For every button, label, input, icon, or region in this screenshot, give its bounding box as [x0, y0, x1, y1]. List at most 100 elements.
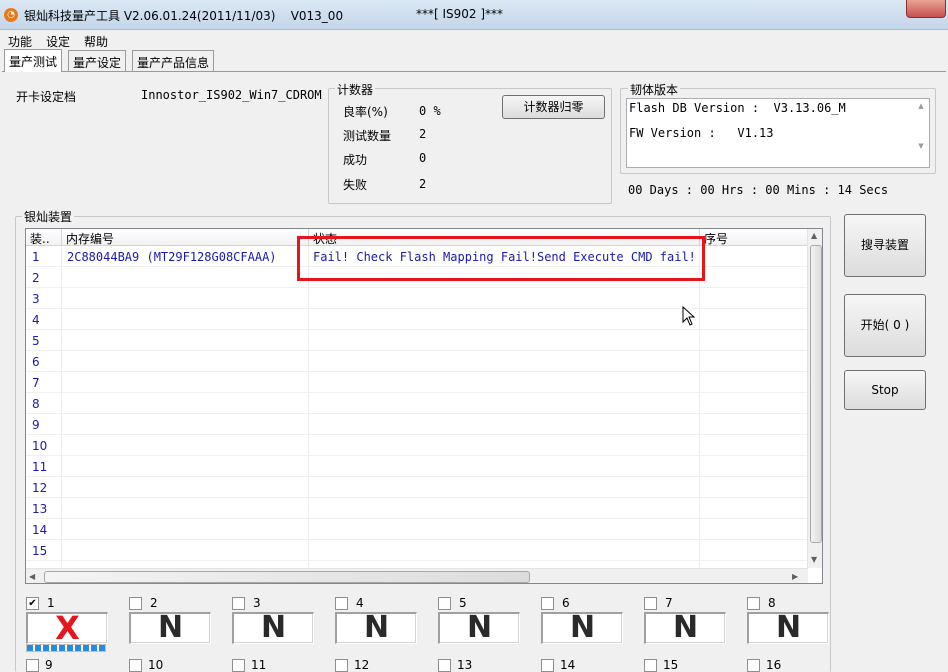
- slot-number: 14: [560, 658, 576, 672]
- no-device-n-icon: N: [157, 610, 184, 645]
- no-device-n-icon: N: [363, 610, 390, 645]
- tab-product-info[interactable]: 量产产品信息: [132, 50, 215, 71]
- error-highlight-box: [297, 236, 705, 281]
- slot-8-status: N: [747, 612, 829, 644]
- table-row[interactable]: 15: [26, 540, 808, 561]
- fail-value: 2: [419, 177, 427, 191]
- tab-production-test[interactable]: 量产测试: [4, 49, 63, 72]
- firmware-info-box: Flash DB Version : V3.13.06_M FW Version…: [626, 98, 930, 168]
- search-devices-button[interactable]: 搜寻装置: [844, 214, 926, 277]
- start-button[interactable]: 开始( 0 ): [844, 294, 926, 357]
- row-slot-number: 4: [32, 313, 40, 327]
- table-horizontal-scrollbar[interactable]: ◀ ▶: [26, 568, 808, 583]
- slot-8-checkbox[interactable]: [747, 597, 760, 610]
- row-slot-number: 1: [32, 250, 40, 264]
- slot-number: 16: [766, 658, 782, 672]
- table-vertical-scrollbar[interactable]: ▲ ▼: [807, 229, 822, 568]
- row-slot-number: 15: [32, 544, 48, 558]
- table-row[interactable]: 7: [26, 372, 808, 393]
- table-row[interactable]: 10: [26, 435, 808, 456]
- close-window-button[interactable]: [906, 0, 946, 18]
- scroll-left-icon[interactable]: ◀: [29, 572, 35, 581]
- slot-7-status: N: [644, 612, 726, 644]
- table-row[interactable]: 12: [26, 477, 808, 498]
- vertical-scroll-thumb[interactable]: [810, 245, 822, 543]
- fw-scrollbar[interactable]: ▲ ▼: [915, 101, 927, 165]
- test-count-label: 测试数量: [343, 129, 392, 143]
- horizontal-scroll-thumb[interactable]: [44, 571, 530, 583]
- slot-5-checkbox[interactable]: [438, 597, 451, 610]
- row-slot-number: 3: [32, 292, 40, 306]
- slot-13-checkbox[interactable]: [438, 659, 451, 672]
- scroll-down-icon[interactable]: ▼: [811, 555, 817, 564]
- slot-1-progress-bar: [26, 644, 106, 652]
- menu-function[interactable]: 功能: [8, 33, 32, 50]
- slot-number: 15: [663, 658, 679, 672]
- slot-6-status: N: [541, 612, 623, 644]
- slot-10-checkbox[interactable]: [129, 659, 142, 672]
- slot-number: 13: [457, 658, 473, 672]
- slot-2-checkbox[interactable]: [129, 597, 142, 610]
- yield-label: 良率(%): [343, 105, 388, 119]
- slot-15-checkbox[interactable]: [644, 659, 657, 672]
- slot-11-checkbox[interactable]: [232, 659, 245, 672]
- row-slot-number: 10: [32, 439, 48, 453]
- col-header-memory[interactable]: 内存编号: [62, 229, 309, 246]
- row-slot-number: 7: [32, 376, 40, 390]
- row-slot-number: 2: [32, 271, 40, 285]
- slot-number: 1: [47, 596, 55, 610]
- table-row[interactable]: 9: [26, 414, 808, 435]
- slot-5-status: N: [438, 612, 520, 644]
- config-value: Innostor_IS902_Win7_CDROM: [141, 88, 322, 102]
- slot-3-checkbox[interactable]: [232, 597, 245, 610]
- reset-counter-button[interactable]: 计数器归零: [502, 95, 605, 119]
- table-row[interactable]: 11: [26, 456, 808, 477]
- row-slot-number: 9: [32, 418, 40, 432]
- row-slot-number: 12: [32, 481, 48, 495]
- window-title: 银灿科技量产工具 V2.06.01.24(2011/11/03) V013_00: [24, 9, 344, 23]
- row-slot-number: 5: [32, 334, 40, 348]
- mouse-cursor-icon: [682, 306, 696, 326]
- devices-title: 银灿装置: [22, 208, 75, 225]
- counter-title: 计数器: [335, 81, 376, 98]
- stop-button[interactable]: Stop: [844, 370, 926, 410]
- col-header-serial[interactable]: 序号: [700, 229, 808, 246]
- menu-bar: 功能 设定 帮助: [0, 30, 948, 50]
- col-header-slot[interactable]: 装..: [26, 229, 62, 246]
- test-count-value: 2: [419, 127, 427, 141]
- row-slot-number: 8: [32, 397, 40, 411]
- row-slot-number: 14: [32, 523, 48, 537]
- scroll-right-icon[interactable]: ▶: [792, 572, 798, 581]
- slot-1-checkbox[interactable]: ✔: [26, 597, 39, 610]
- slot-number: 5: [459, 596, 467, 610]
- slot-4-checkbox[interactable]: [335, 597, 348, 610]
- slot-number: 12: [354, 658, 370, 672]
- slot-14-checkbox[interactable]: [541, 659, 554, 672]
- scroll-up-icon[interactable]: ▲: [811, 231, 817, 240]
- slot-12-checkbox[interactable]: [335, 659, 348, 672]
- menu-help[interactable]: 帮助: [84, 33, 108, 50]
- tab-production-settings[interactable]: 量产设定: [68, 50, 127, 71]
- slot-16-checkbox[interactable]: [747, 659, 760, 672]
- chip-model-title: ***[ IS902 ]***: [416, 7, 504, 21]
- table-row[interactable]: 8: [26, 393, 808, 414]
- table-row[interactable]: 14: [26, 519, 808, 540]
- yield-value: 0 %: [419, 104, 441, 118]
- table-row[interactable]: 6: [26, 351, 808, 372]
- slot-9-checkbox[interactable]: [26, 659, 39, 672]
- slot-number: 3: [253, 596, 261, 610]
- no-device-n-icon: N: [260, 610, 287, 645]
- slot-4-status: N: [335, 612, 417, 644]
- no-device-n-icon: N: [672, 610, 699, 645]
- table-row[interactable]: 13: [26, 498, 808, 519]
- config-label: 开卡设定档: [16, 90, 77, 104]
- slot-number: 6: [562, 596, 570, 610]
- slot-6-checkbox[interactable]: [541, 597, 554, 610]
- table-row[interactable]: 5: [26, 330, 808, 351]
- row-slot-number: 6: [32, 355, 40, 369]
- row-memory-id: 2C88044BA9 (MT29F128G08CFAAA): [67, 250, 277, 264]
- slot-7-checkbox[interactable]: [644, 597, 657, 610]
- menu-settings[interactable]: 设定: [46, 33, 70, 50]
- slot-number: 8: [768, 596, 776, 610]
- fw-version: FW Version : V1.13: [629, 126, 774, 140]
